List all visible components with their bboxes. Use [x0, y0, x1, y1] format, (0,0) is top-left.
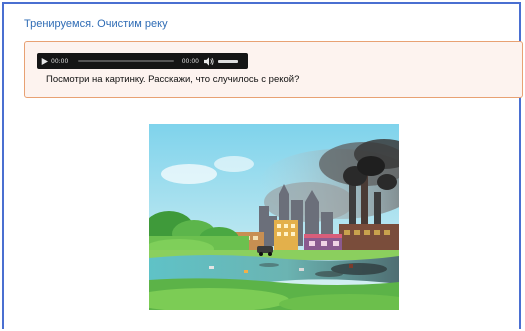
audio-seek-bar[interactable]	[78, 60, 174, 62]
volume-button[interactable]	[204, 56, 214, 66]
audio-player[interactable]: 00:00 00:00	[37, 53, 248, 69]
task-question: Посмотри на картинку. Расскажи, что случ…	[46, 74, 300, 85]
volume-slider[interactable]	[218, 59, 238, 63]
lesson-frame: Тренируемся. Очистим реку 00:00 00:00 По…	[2, 2, 523, 329]
play-button[interactable]	[37, 53, 51, 69]
audio-current-time: 00:00	[51, 57, 69, 65]
task-box: 00:00 00:00 Посмотри на картинку. Расска…	[24, 41, 523, 98]
polluted-river-picture	[149, 124, 399, 310]
audio-duration: 00:00	[181, 57, 199, 65]
page-title: Тренируемся. Очистим реку	[24, 18, 168, 30]
volume-icon	[204, 56, 214, 66]
play-icon	[41, 57, 48, 65]
